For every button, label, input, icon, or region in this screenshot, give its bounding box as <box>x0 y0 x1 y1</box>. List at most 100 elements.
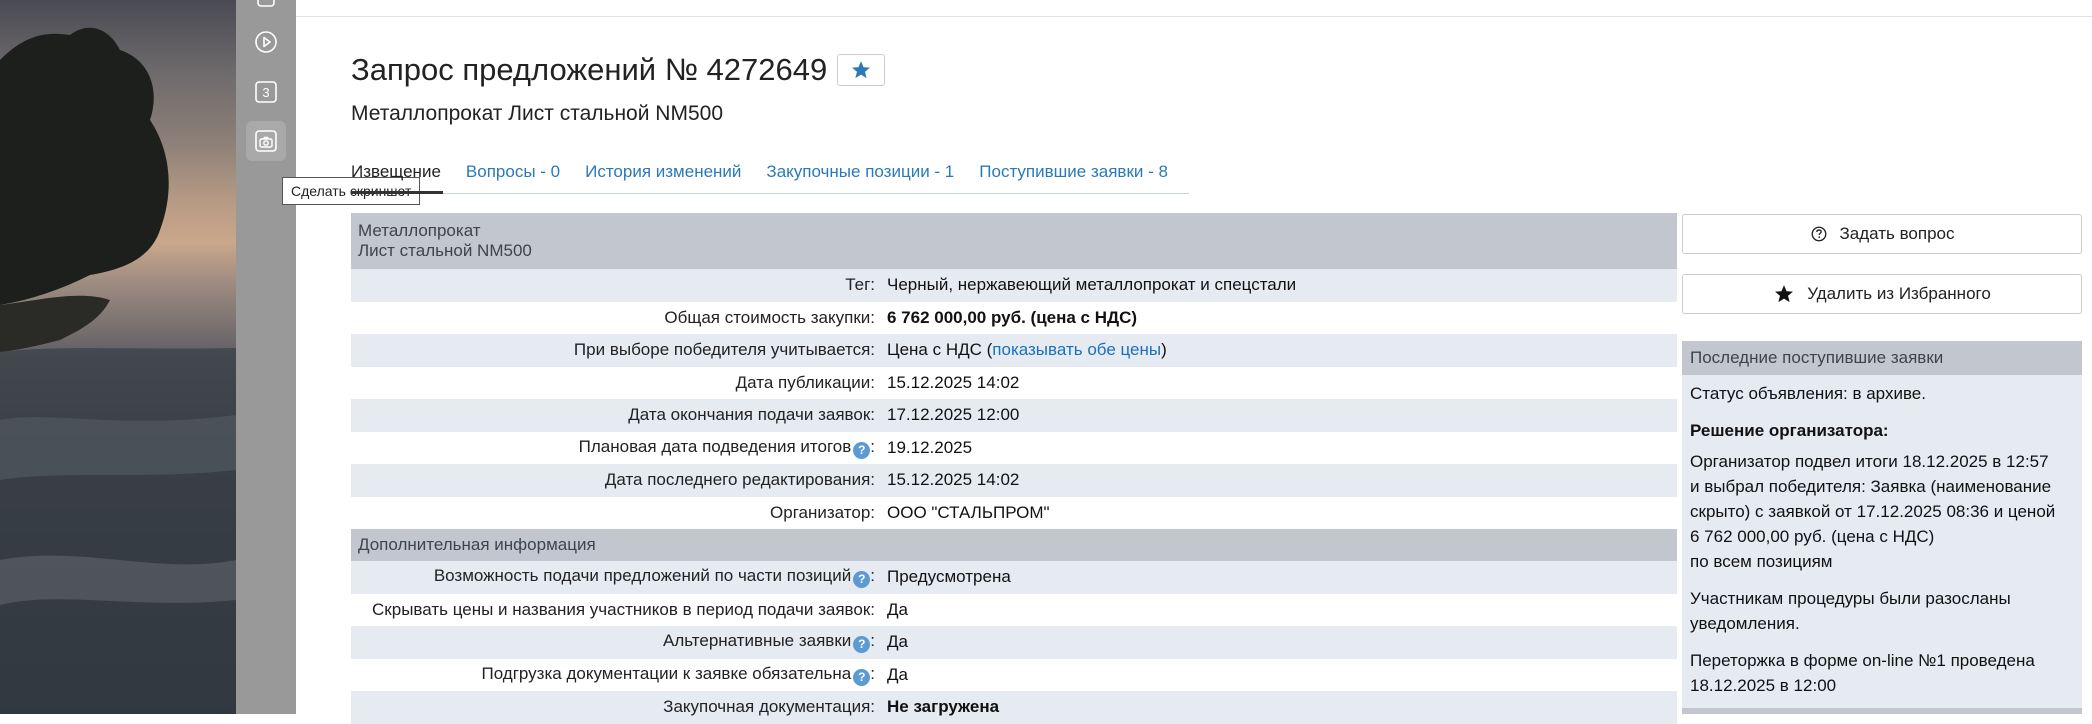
number-three-icon: 3 <box>255 81 277 103</box>
row-value: Цена с НДС (показывать обе цены) <box>879 340 1677 360</box>
decision-text: Организатор подвел итоги 18.12.2025 в 12… <box>1682 449 2082 574</box>
row-label-text: Возможность подачи предложений по части … <box>433 566 852 586</box>
bids-status-panel: Последние поступившие заявки Статус объя… <box>1682 341 2082 714</box>
documentation-status-value: Не загружена <box>887 697 1000 717</box>
page-title: Запрос предложений № 4272649 <box>351 52 828 87</box>
row-value: Черный, нержавеющий металлопрокат и спец… <box>887 275 1297 295</box>
deadline-value: 17.12.2025 12:00 <box>887 405 1020 425</box>
row-label-text: Альтернативные заявки <box>662 631 852 651</box>
play-icon <box>255 31 277 53</box>
row-label: Дата окончания подачи заявок: <box>628 405 875 425</box>
notice-text: Участникам процедуры были разосланы увед… <box>1682 586 2082 636</box>
badge-button[interactable]: 3 <box>246 72 286 112</box>
decision-line: и выбрал победителя: Заявка (наименовани… <box>1690 477 2052 496</box>
table-row: Общая стоимость закупки: 6 762 000,00 ру… <box>351 302 1677 335</box>
table-row: Возможность подачи предложений по части … <box>351 561 1677 594</box>
table-row: Подгрузка документации к заявке обязател… <box>351 659 1677 692</box>
tab-positions[interactable]: Закупочные позиции - 1 <box>766 162 954 182</box>
active-tab-indicator <box>351 191 443 194</box>
rebid-line: Переторжка в форме on-line №1 проведена <box>1690 651 2035 670</box>
ask-question-button[interactable]: Задать вопрос <box>1682 214 2082 254</box>
table-row: Альтернативные заявки?: Да <box>351 626 1677 659</box>
page-subtitle: Металлопрокат Лист стальной NM500 <box>351 102 724 125</box>
question-circle-icon <box>1811 226 1826 242</box>
notice-line: Участникам процедуры были разосланы <box>1690 589 2011 608</box>
table-row: Организатор: ООО "СТАЛЬПРОМ" <box>351 497 1677 530</box>
row-label: Возможность подачи предложений по части … <box>351 566 879 589</box>
remove-favorite-button[interactable]: Удалить из Избранного <box>1682 274 2082 314</box>
row-label: Плановая дата подведения итогов?: <box>351 437 879 459</box>
decision-line: по всем позициям <box>1690 552 1833 571</box>
help-icon[interactable]: ? <box>853 441 871 459</box>
table-row: Плановая дата подведения итогов?: 19.12.… <box>351 432 1677 465</box>
help-icon[interactable]: ? <box>853 636 871 654</box>
play-button[interactable] <box>246 22 286 62</box>
row-label: При выборе победителя учитывается: <box>573 340 875 360</box>
table-row: Скрывать цены и названия участников в пе… <box>351 594 1677 627</box>
star-icon <box>1775 285 1794 303</box>
camera-icon <box>255 130 277 152</box>
row-label: Дата последнего редактирования: <box>604 470 875 490</box>
remove-favorite-label: Удалить из Избранного <box>1807 284 1991 303</box>
table-row: Закупочная документация: Не загружена <box>351 691 1677 724</box>
row-label-colon: : <box>870 566 875 586</box>
table-row: Дата окончания подачи заявок: 17.12.2025… <box>351 399 1677 432</box>
toolbar-top-button[interactable] <box>246 0 286 18</box>
decision-line: скрыто) с заявкой от 17.12.2025 08:36 и … <box>1690 502 2056 521</box>
tab-notice[interactable]: Извещение <box>351 162 441 182</box>
side-toolbar: 3 <box>236 0 296 714</box>
background-photo <box>0 0 236 714</box>
row-label-text: Плановая дата подведения итогов <box>578 436 852 456</box>
row-label-colon: : <box>870 436 875 456</box>
row-label: Тег: <box>845 275 875 295</box>
tab-bar: Извещение Вопросы - 0 История изменений … <box>351 162 1193 182</box>
procurement-details-table: Металлопрокат Лист стальной NM500 Тег: Ч… <box>351 213 1677 724</box>
help-icon[interactable]: ? <box>853 571 871 589</box>
value-prefix: Цена с НДС ( <box>887 340 993 360</box>
value-suffix: ) <box>1161 340 1167 360</box>
table-row: Дата публикации: 15.12.2025 14:02 <box>351 367 1677 400</box>
row-value: Да <box>887 632 908 652</box>
row-label: Закупочная документация: <box>663 697 875 717</box>
lot-header-line1: Металлопрокат <box>358 221 481 240</box>
row-label-colon: : <box>870 663 875 683</box>
notice-line: уведомления. <box>1690 614 1800 633</box>
page-title-row: Запрос предложений № 4272649 <box>351 52 886 88</box>
additional-info-header: Дополнительная информация <box>351 529 1677 561</box>
lot-header-line2: Лист стальной NM500 <box>358 241 532 260</box>
show-both-prices-link[interactable]: показывать обе цены <box>992 340 1161 359</box>
tab-bids[interactable]: Поступившие заявки - 8 <box>979 162 1168 182</box>
decision-line: 6 762 000,00 руб. (цена с НДС) <box>1690 527 1935 546</box>
publication-date-value: 15.12.2025 14:02 <box>887 372 1020 392</box>
announcement-status: Статус объявления: в архиве. <box>1690 384 1926 403</box>
organizer-link[interactable]: ООО "СТАЛЬПРОМ" <box>879 503 1677 523</box>
ask-question-label: Задать вопрос <box>1839 224 1955 243</box>
favorite-toggle-button[interactable] <box>837 54 886 86</box>
decision-line: Организатор подвел итоги 18.12.2025 в 12… <box>1690 452 2049 471</box>
tab-questions[interactable]: Вопросы - 0 <box>466 162 560 182</box>
row-label: Подгрузка документации к заявке обязател… <box>351 664 879 686</box>
help-icon[interactable]: ? <box>853 668 871 686</box>
row-value: Да <box>887 599 908 619</box>
svg-text:3: 3 <box>262 85 269 100</box>
star-icon <box>852 61 871 79</box>
rock-silhouette <box>0 27 236 714</box>
tab-history[interactable]: История изменений <box>585 162 741 182</box>
screenshot-button[interactable] <box>246 121 286 161</box>
planned-results-date-value: 19.12.2025 <box>887 437 973 457</box>
row-label-text: Подгрузка документации к заявке обязател… <box>481 663 852 683</box>
row-value: Предусмотрена <box>887 567 1011 587</box>
table-row: При выборе победителя учитывается: Цена … <box>351 334 1677 367</box>
total-cost-value: 6 762 000,00 руб. (цена с НДС) <box>887 307 1138 327</box>
row-value: Да <box>887 664 908 684</box>
row-label-colon: : <box>870 631 875 651</box>
top-divider <box>296 16 2092 17</box>
lot-header: Металлопрокат Лист стальной NM500 <box>351 213 1677 269</box>
last-edit-date-value: 15.12.2025 14:02 <box>887 470 1020 490</box>
rebid-line: 18.12.2025 в 12:00 <box>1690 676 1837 695</box>
row-label: Альтернативные заявки?: <box>351 631 879 654</box>
tabs-divider <box>351 193 1189 194</box>
rebid-text: Переторжка в форме on-line №1 проведена … <box>1682 648 2082 698</box>
square-icon <box>257 0 275 7</box>
bids-panel-title: Последние поступившие заявки <box>1682 341 2082 375</box>
